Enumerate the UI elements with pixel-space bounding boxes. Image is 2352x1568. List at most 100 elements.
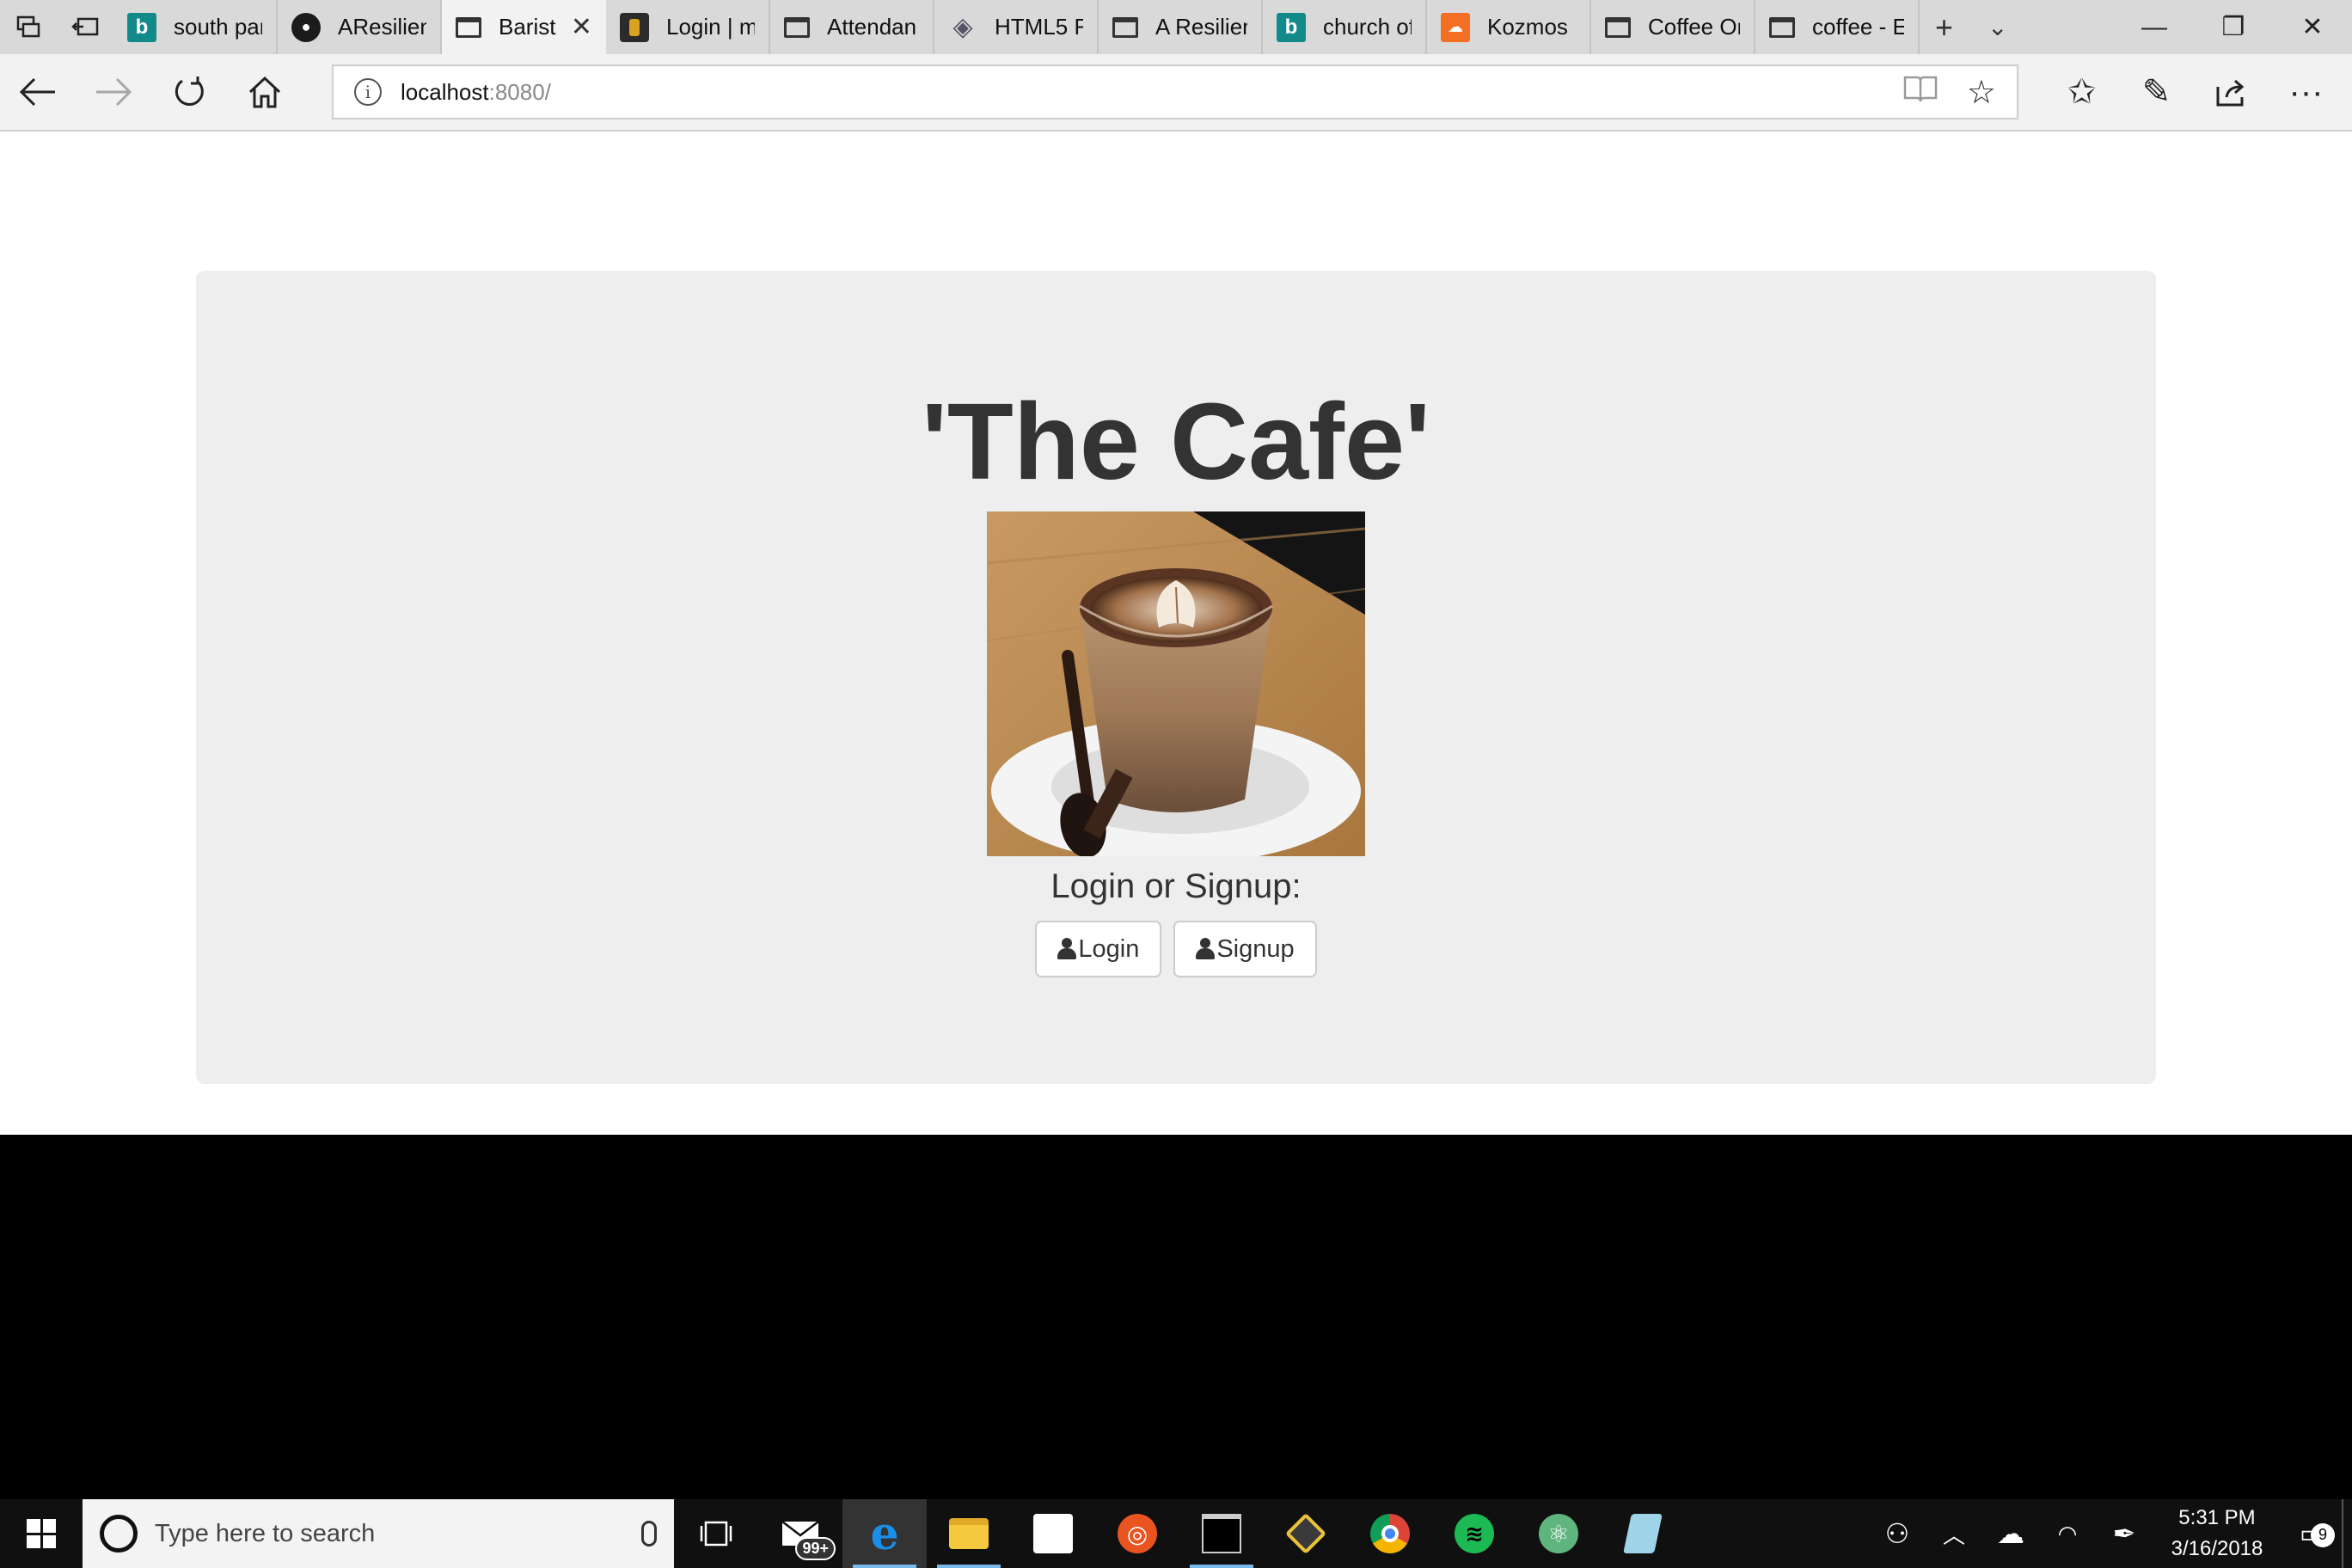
page-icon [1605,16,1631,38]
bing-icon: b [1277,12,1306,42]
reading-view-icon[interactable] [1903,74,1938,111]
tab-preview-chevron-icon[interactable]: ⌄ [1988,13,2007,41]
start-button[interactable] [0,1499,83,1568]
mail-badge: 99+ [795,1537,836,1560]
tabs-aside-icon [16,15,40,37]
page-icon [1769,16,1795,38]
restore-icon[interactable]: ❐ [2194,0,2273,54]
tab-list-button[interactable] [0,0,57,54]
tab[interactable]: Login | m [606,0,770,54]
page-title: 'The Cafe' [921,381,1431,502]
action-center-button[interactable]: ▭ 9 [2282,1519,2342,1549]
tab[interactable]: Coffee Or [1591,0,1755,54]
back-arrow-icon [19,77,55,107]
tab[interactable]: A Resilier [1099,0,1263,54]
tab[interactable]: b church of [1263,0,1427,54]
favorites-list-icon: ✩ [2067,73,2097,111]
forward-button[interactable] [76,54,151,130]
onedrive-cloud-icon[interactable]: ☁ [1982,1517,2039,1550]
jumbotron: 'The Cafe' Login or Signup: Login Signup [196,271,2156,1084]
chrome-icon [1370,1514,1410,1553]
bing-icon: b [127,12,156,42]
store-app[interactable] [1011,1499,1095,1568]
window-controls: — ❐ ✕ [2115,0,2352,54]
file-explorer-app[interactable] [927,1499,1011,1568]
tab[interactable]: ● AResilien [278,0,442,54]
address-bar[interactable]: i localhost:8080/ ☆ [332,64,2018,119]
tab-label: Kozmos F [1487,14,1576,40]
task-view-button[interactable] [674,1499,758,1568]
clock-time: 5:31 PM [2178,1506,2256,1529]
tab-active[interactable]: Barist ✕ [442,0,606,54]
show-desktop-button[interactable] [2342,1499,2352,1568]
edge-app[interactable]: e [842,1499,927,1568]
site-info-icon[interactable]: i [354,78,382,106]
new-tab-icon[interactable]: + [1935,9,1953,46]
tab-label: HTML5 Fo [995,14,1083,40]
tab[interactable]: ◈ HTML5 Fo [934,0,1099,54]
mail-app[interactable]: 99+ [758,1499,842,1568]
url-port-path: :8080/ [488,78,551,105]
login-button[interactable]: Login [1035,921,1162,977]
taskbar-apps: 99+ e ◎ ≋ ⚛ [674,1499,1685,1568]
atom-app[interactable]: ⚛ [1516,1499,1601,1568]
tab-label: church of [1323,14,1412,40]
close-tab-icon[interactable]: ✕ [571,12,592,42]
tab[interactable]: ☁ Kozmos F [1427,0,1591,54]
signup-label: Signup [1216,934,1295,963]
favorite-star-icon[interactable]: ☆ [1967,73,1996,112]
store-bag-icon [1033,1514,1073,1553]
tab-label: Barist [499,14,556,40]
tab[interactable]: Attendan [770,0,934,54]
page-icon [1112,16,1138,38]
url-text[interactable]: localhost:8080/ [401,79,551,106]
edge-icon: e [870,1507,899,1560]
show-hidden-icons-chevron-icon[interactable]: ︿ [1926,1518,1982,1550]
share-button[interactable] [2194,54,2269,130]
microphone-icon[interactable] [641,1521,657,1547]
cortana-icon [100,1515,138,1553]
taskbar-search[interactable]: Type here to search [83,1499,674,1568]
soundcloud-icon: ☁ [1441,12,1470,42]
signup-button[interactable]: Signup [1173,921,1317,977]
atom-icon: ⚛ [1539,1514,1578,1553]
more-ellipsis-icon: ··· [2288,72,2324,111]
people-icon[interactable]: ⚇ [1869,1517,1926,1550]
tab[interactable]: coffee - E [1755,0,1920,54]
tab-label: Login | m [666,14,755,40]
close-window-icon[interactable]: ✕ [2273,0,2352,54]
spotify-app[interactable]: ≋ [1432,1499,1516,1568]
page-icon [784,16,810,38]
tab[interactable]: b south par [113,0,278,54]
terminal-app[interactable] [1179,1499,1264,1568]
home-button[interactable] [227,54,303,130]
browser-tools: ✩ ✎ ··· [2044,54,2343,130]
wifi-icon[interactable]: ◠ [2039,1521,2096,1547]
notepad-app[interactable] [1601,1499,1685,1568]
page-icon [456,16,481,38]
set-tabs-aside-button[interactable] [57,0,113,54]
back-button[interactable] [0,54,76,130]
refresh-button[interactable] [151,54,227,130]
coffee-cup-image [987,511,1365,856]
forward-arrow-icon [96,77,132,107]
home-icon [248,76,281,108]
tab-label: Coffee Or [1648,14,1740,40]
notification-badge: 9 [2311,1522,2335,1547]
tab-strip: b south par ● AResilien Barist ✕ Login |… [0,0,2352,54]
favorites-hub-button[interactable]: ✩ [2044,54,2119,130]
system-clock[interactable]: 5:31 PM 3/16/2018 [2153,1503,2282,1565]
minimize-icon[interactable]: — [2115,0,2194,54]
ubuntu-app[interactable]: ◎ [1095,1499,1179,1568]
tab-label: Attendan [827,14,917,40]
login-label: Login [1078,934,1140,963]
git-app[interactable] [1264,1499,1348,1568]
clock-date: 3/16/2018 [2171,1537,2263,1560]
search-placeholder: Type here to search [155,1519,376,1547]
pen-workspace-icon[interactable]: ✒ [2096,1517,2153,1550]
user-icon [1057,938,1077,960]
web-note-button[interactable]: ✎ [2119,54,2194,130]
chrome-app[interactable] [1348,1499,1432,1568]
more-menu-button[interactable]: ··· [2269,54,2343,130]
restore-tabs-icon [71,17,99,35]
